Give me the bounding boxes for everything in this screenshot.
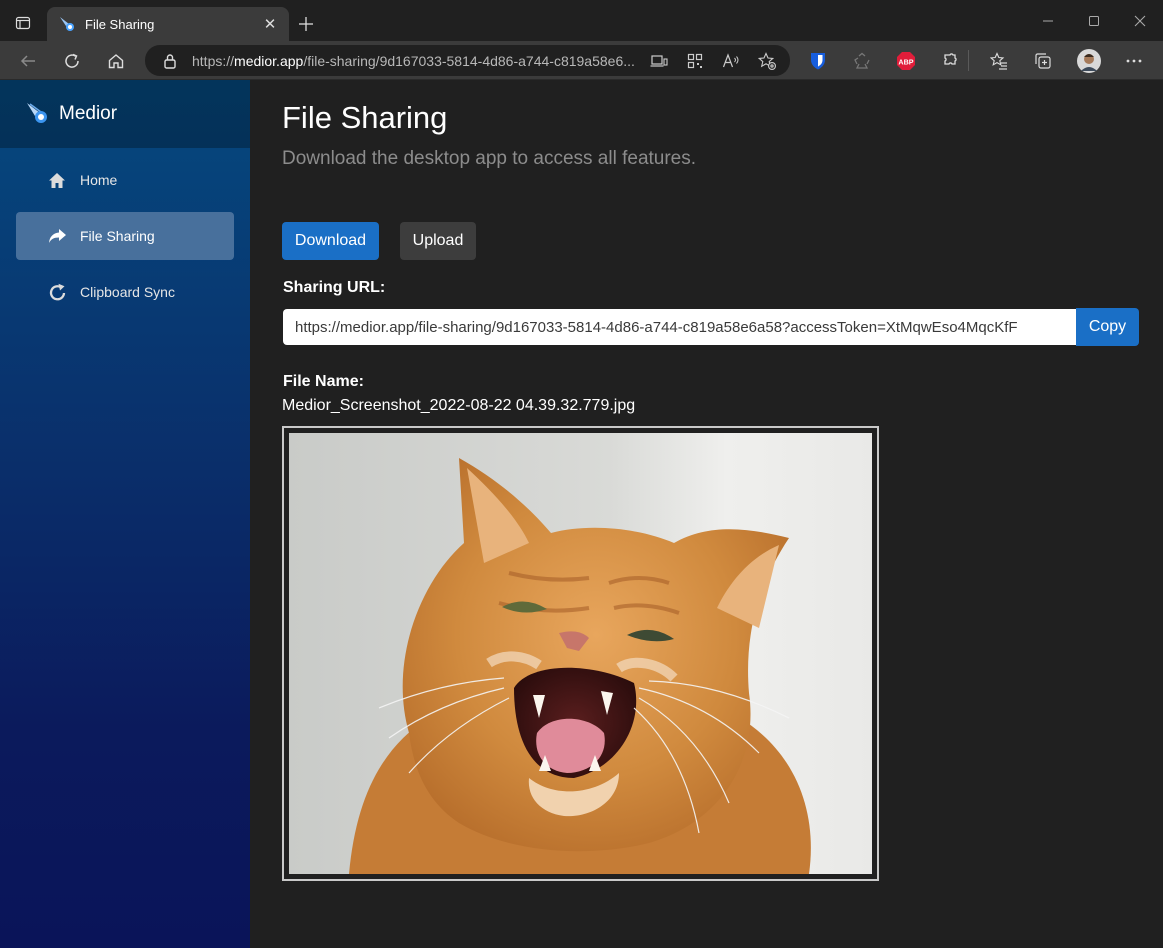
main-content: File Sharing Download the desktop app to… (250, 80, 1163, 948)
browser-toolbar: https://medior.app/file-sharing/9d167033… (0, 41, 1163, 80)
file-name-label: File Name: (283, 373, 364, 390)
minimize-icon[interactable] (1025, 7, 1071, 35)
svg-text:ABP: ABP (898, 57, 913, 66)
app-sidebar: Medior Home File Sharing Clipboard Sync (0, 80, 250, 948)
app-available-icon[interactable] (648, 50, 670, 72)
sharing-url-label: Sharing URL: (283, 279, 386, 296)
page-title: File Sharing (282, 100, 448, 135)
collections-icon[interactable] (1028, 46, 1058, 76)
sidebar-item-clipboard-sync[interactable]: Clipboard Sync (16, 268, 234, 316)
copy-button[interactable]: Copy (1076, 308, 1139, 346)
extensions-icon[interactable] (936, 46, 966, 76)
profile-avatar[interactable] (1074, 46, 1104, 76)
browser-titlebar: File Sharing ✕ (0, 0, 1163, 41)
settings-more-icon[interactable] (1119, 46, 1149, 76)
qr-code-icon[interactable] (684, 50, 706, 72)
upload-button[interactable]: Upload (400, 222, 476, 260)
sidebar-item-home[interactable]: Home (16, 156, 234, 204)
brand-header[interactable]: Medior (0, 80, 250, 148)
back-icon[interactable] (13, 46, 43, 76)
cat-photo-preview (289, 433, 872, 874)
address-bar[interactable]: https://medior.app/file-sharing/9d167033… (145, 45, 790, 76)
file-preview-frame (282, 426, 879, 881)
address-url[interactable]: https://medior.app/file-sharing/9d167033… (192, 53, 642, 69)
recycle-extension-icon[interactable] (847, 46, 877, 76)
brand-name: Medior (59, 103, 118, 124)
refresh-icon (46, 281, 68, 303)
sidebar-item-file-sharing[interactable]: File Sharing (16, 212, 234, 260)
share-arrow-icon (46, 225, 68, 247)
sidebar-item-label: File Sharing (80, 228, 155, 244)
favorites-icon[interactable] (984, 46, 1014, 76)
refresh-icon[interactable] (57, 46, 87, 76)
read-aloud-icon[interactable] (720, 50, 742, 72)
download-button[interactable]: Download (282, 222, 379, 260)
toolbar-divider (968, 50, 969, 71)
browser-home-icon[interactable] (101, 46, 131, 76)
sharing-url-field[interactable]: https://medior.app/file-sharing/9d167033… (283, 309, 1077, 345)
sidebar-item-label: Home (80, 172, 118, 188)
tab-title: File Sharing (85, 16, 155, 32)
medior-favicon-icon (58, 15, 76, 33)
add-favorite-icon[interactable] (756, 50, 778, 72)
sidebar-item-label: Clipboard Sync (80, 284, 175, 300)
browser-tab-active[interactable]: File Sharing ✕ (47, 7, 289, 41)
new-tab-icon[interactable] (293, 11, 319, 37)
tab-actions-icon[interactable] (10, 10, 36, 36)
window-close-icon[interactable] (1117, 7, 1163, 35)
adblock-plus-icon[interactable]: ABP (891, 46, 921, 76)
page-subtitle: Download the desktop app to access all f… (282, 148, 697, 169)
bitwarden-extension-icon[interactable] (803, 46, 833, 76)
maximize-icon[interactable] (1071, 7, 1117, 35)
sidebar-nav: Home File Sharing Clipboard Sync (0, 148, 250, 316)
lock-icon[interactable] (162, 53, 178, 69)
medior-logo-icon (27, 103, 47, 123)
home-icon (46, 169, 68, 191)
file-name-value: Medior_Screenshot_2022-08-22 04.39.32.77… (282, 397, 636, 414)
tab-close-icon[interactable]: ✕ (257, 11, 283, 37)
